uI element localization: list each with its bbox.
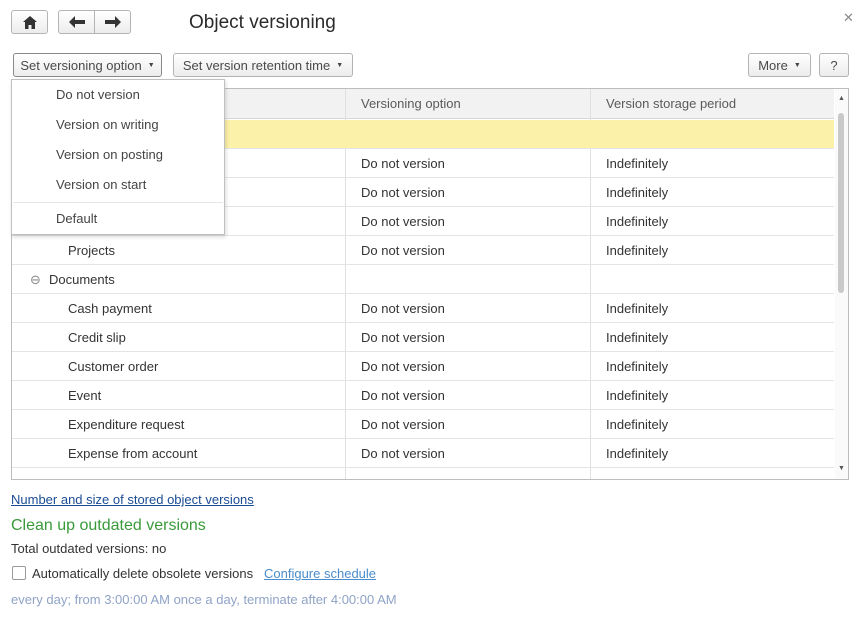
row-storage-period: Indefinitely	[606, 446, 669, 461]
schedule-description: every day; from 3:00:00 AM once a day, t…	[11, 592, 397, 607]
table-row[interactable]: Expenditure request Do not version Indefin…	[12, 410, 834, 439]
home-icon	[22, 15, 37, 29]
row-versioning-option: Do not version	[361, 359, 445, 374]
menu-item-version-on-writing[interactable]: Version on writing	[56, 115, 159, 135]
row-storage-period: Indefinitely	[606, 417, 669, 432]
table-group-row[interactable]: ⊖ Documents	[12, 265, 834, 294]
more-button[interactable]: More ▼	[748, 53, 811, 77]
table-row[interactable]: Projects Do not version Indefinitely	[12, 236, 834, 265]
table-row[interactable]: Customer order Do not version Indefinitely	[12, 352, 834, 381]
outdated-versions-label: Total outdated versions: no	[11, 541, 167, 556]
more-label: More	[758, 57, 788, 73]
stored-versions-link[interactable]: Number and size of stored object version…	[11, 492, 254, 507]
row-versioning-option: Do not version	[361, 243, 445, 258]
column-header-versioning-option[interactable]: Versioning option	[345, 89, 461, 119]
table-row[interactable]: Cash payment Do not version Indefinitely	[12, 294, 834, 323]
row-versioning-option: Do not version	[361, 446, 445, 461]
row-name: Customer order	[68, 359, 159, 374]
chevron-down-icon: ▼	[336, 61, 344, 69]
menu-item-default[interactable]: Default	[56, 209, 97, 229]
menu-item-do-not-version[interactable]: Do not version	[56, 85, 140, 105]
row-name: Event	[68, 388, 102, 403]
cleanup-section-title: Clean up outdated versions	[11, 517, 206, 534]
help-button[interactable]: ?	[819, 53, 849, 77]
row-versioning-option: Do not version	[361, 156, 445, 171]
row-storage-period: Indefinitely	[606, 359, 669, 374]
row-name: Credit slip	[68, 330, 126, 345]
row-storage-period: Indefinitely	[606, 301, 669, 316]
row-versioning-option: Do not version	[361, 301, 445, 316]
scrollbar-thumb[interactable]	[838, 113, 844, 293]
row-name: Expense from account	[68, 446, 198, 461]
configure-schedule-link[interactable]: Configure schedule	[264, 566, 376, 581]
row-versioning-option: Do not version	[361, 417, 445, 432]
row-name: Documents	[49, 272, 115, 287]
chevron-down-icon: ▼	[793, 61, 801, 69]
table-row[interactable]: Credit slip Do not version Indefinitely	[12, 323, 834, 352]
arrow-right-icon	[104, 16, 121, 28]
row-versioning-option: Do not version	[361, 214, 445, 229]
row-storage-period: Indefinitely	[606, 185, 669, 200]
close-icon[interactable]: ✕	[843, 10, 854, 26]
help-label: ?	[830, 57, 838, 73]
row-storage-period: Indefinitely	[606, 156, 669, 171]
set-versioning-option-label: Set versioning option	[20, 57, 142, 73]
row-versioning-option: Do not version	[361, 185, 445, 200]
row-name: Cash payment	[68, 301, 152, 316]
table-row[interactable]: Expense from account Do not version Indefi…	[12, 439, 834, 468]
auto-delete-label[interactable]: Automatically delete obsolete versions	[32, 566, 253, 581]
page-title: Object versioning	[189, 12, 336, 33]
row-versioning-option: Do not version	[361, 388, 445, 403]
arrow-left-icon	[68, 16, 85, 28]
chevron-down-icon: ▼	[147, 61, 155, 69]
column-header-storage-period[interactable]: Version storage period	[590, 89, 736, 119]
row-storage-period: Indefinitely	[606, 214, 669, 229]
menu-item-version-on-start[interactable]: Version on start	[56, 175, 146, 195]
auto-delete-checkbox[interactable]	[12, 566, 26, 580]
scroll-down-icon[interactable]: ▼	[838, 465, 845, 472]
row-name: Expenditure request	[68, 417, 185, 432]
set-versioning-option-button[interactable]: Set versioning option ▼	[13, 53, 162, 77]
forward-button[interactable]	[94, 10, 131, 34]
menu-divider	[13, 202, 223, 203]
versioning-option-menu: Do not version Version on writing Versio…	[11, 79, 225, 235]
back-button[interactable]	[58, 10, 95, 34]
set-retention-time-label: Set version retention time	[182, 57, 331, 73]
row-storage-period: Indefinitely	[606, 388, 669, 403]
row-storage-period: Indefinitely	[606, 330, 669, 345]
row-name: Projects	[68, 243, 115, 258]
table-row[interactable]: Event Do not version Indefinitely	[12, 381, 834, 410]
collapse-icon[interactable]: ⊖	[30, 265, 41, 294]
set-retention-time-button[interactable]: Set version retention time ▼	[173, 53, 353, 77]
menu-item-version-on-posting[interactable]: Version on posting	[56, 145, 163, 165]
home-button[interactable]	[11, 10, 48, 34]
row-versioning-option: Do not version	[361, 330, 445, 345]
row-storage-period: Indefinitely	[606, 243, 669, 258]
scroll-up-icon[interactable]: ▲	[838, 95, 845, 102]
